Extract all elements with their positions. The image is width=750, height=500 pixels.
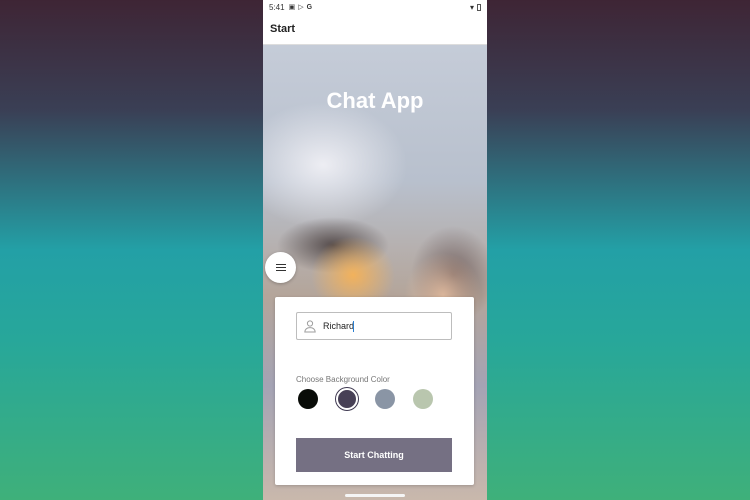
status-bar: 5:41 ▣ ▷ G ▾	[263, 0, 487, 14]
start-card: Choose Background Color Start Chatting	[275, 297, 474, 485]
status-time: 5:41	[269, 2, 285, 12]
name-input[interactable]	[323, 321, 433, 331]
color-swatch-grey-blue[interactable]	[375, 389, 395, 409]
battery-icon	[477, 3, 481, 11]
phone-screen: 5:41 ▣ ▷ G ▾ Start Chat App Choose Backg…	[263, 0, 487, 500]
notification-icon: ▣	[288, 4, 296, 11]
wifi-icon: ▾	[469, 2, 474, 12]
app-bar: Start	[263, 14, 487, 45]
app-bar-title: Start	[270, 23, 296, 35]
navigation-handle[interactable]	[345, 494, 405, 497]
color-swatch-black[interactable]	[298, 389, 318, 409]
play-store-icon: ▷	[298, 4, 304, 11]
color-swatches	[298, 388, 458, 413]
name-field[interactable]	[296, 312, 452, 340]
menu-button[interactable]	[265, 252, 296, 283]
person-icon	[304, 320, 316, 333]
google-icon: G	[306, 3, 313, 11]
text-cursor	[353, 320, 354, 332]
color-swatch-green[interactable]	[413, 389, 433, 409]
start-chatting-button[interactable]: Start Chatting	[296, 438, 452, 472]
app-title: Chat App	[326, 88, 424, 113]
hamburger-menu-icon	[275, 263, 286, 272]
choose-background-label: Choose Background Color	[296, 375, 390, 384]
color-swatch-purple[interactable]	[336, 388, 358, 410]
